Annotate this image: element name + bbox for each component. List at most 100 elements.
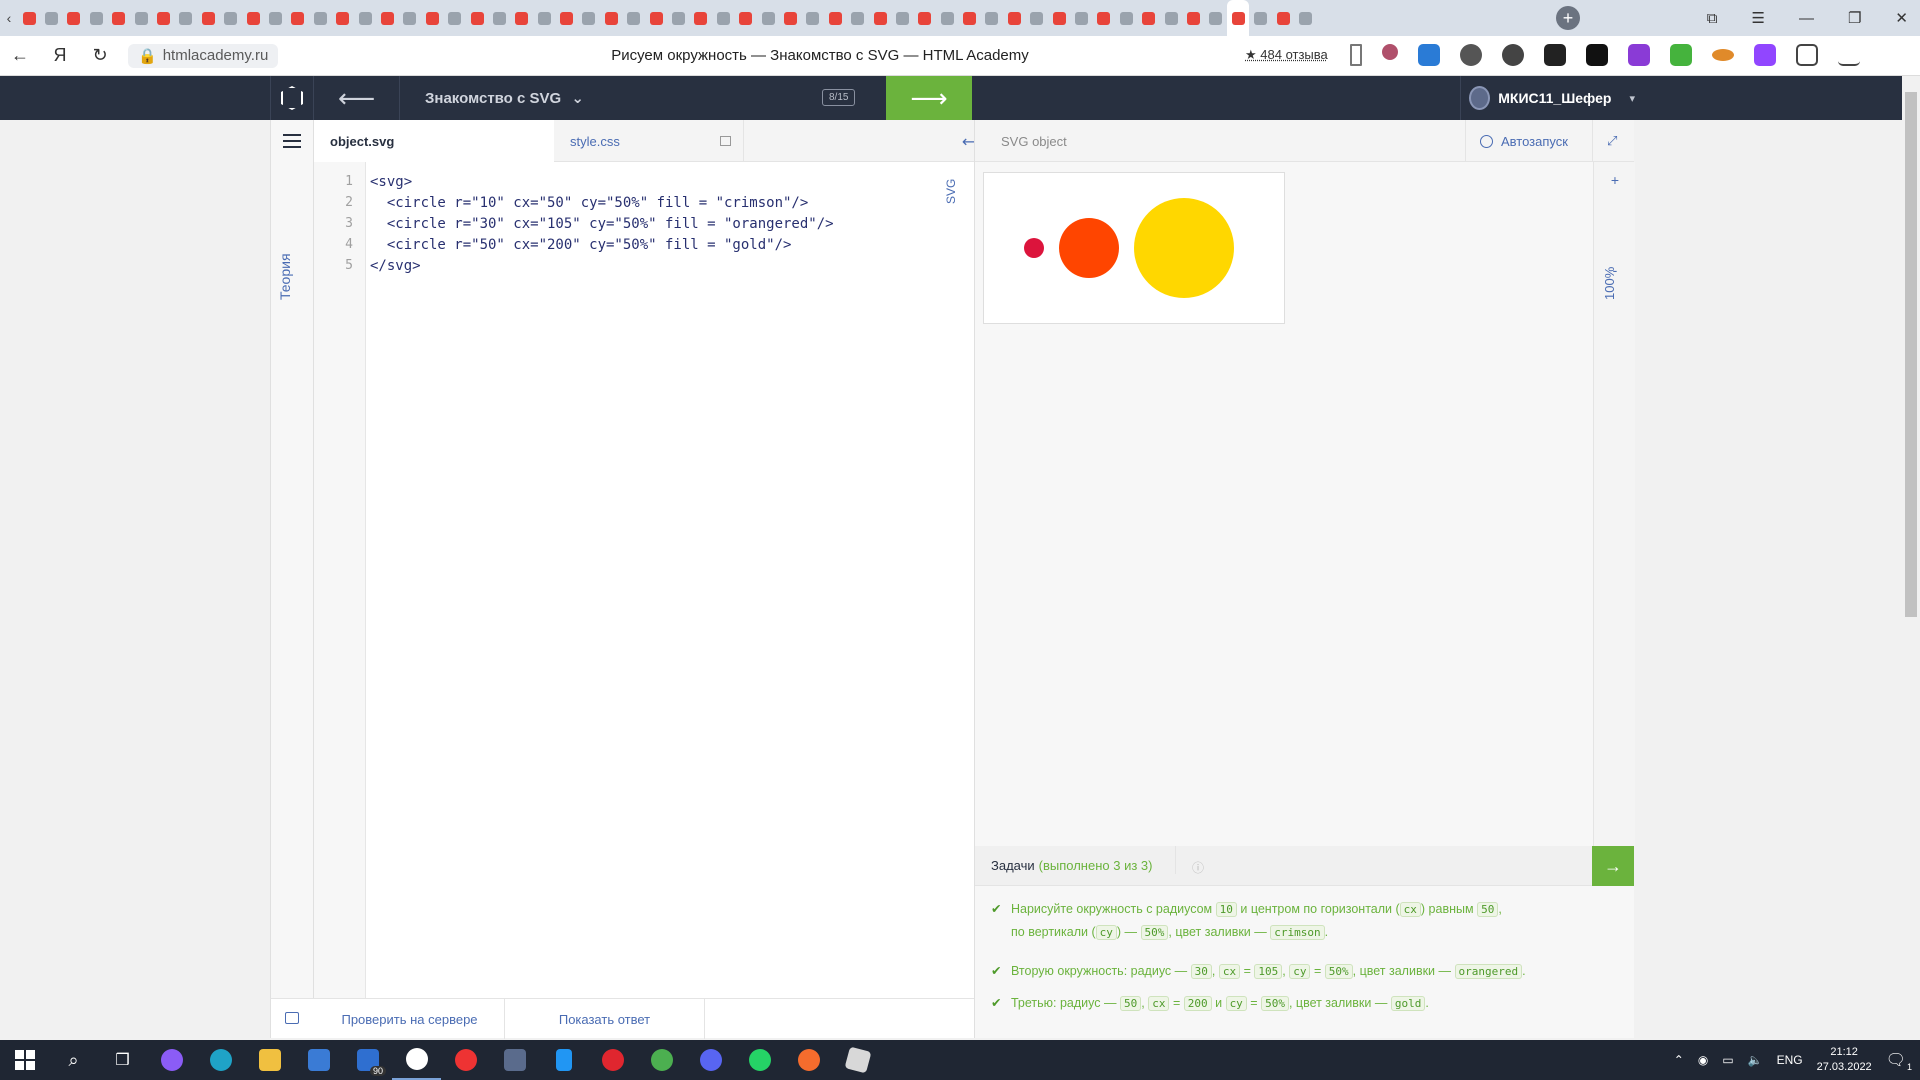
taskbar-calculator[interactable]	[490, 1040, 539, 1080]
browser-tab[interactable]	[264, 0, 286, 36]
browser-tab[interactable]	[735, 0, 757, 36]
code-line[interactable]: <circle r="30" cx="105" cy="50%" fill = …	[370, 216, 834, 237]
tasks-next-button[interactable]: →	[1592, 846, 1634, 886]
browser-tab[interactable]	[667, 0, 689, 36]
clock[interactable]: 21:12 27.03.2022	[1817, 1045, 1872, 1075]
browser-tab[interactable]	[488, 0, 510, 36]
restore-button[interactable]: ❐	[1848, 9, 1861, 27]
tabs-panel-icon[interactable]: ⧉	[1707, 10, 1718, 27]
show-answer-button[interactable]: Показать ответ	[505, 999, 705, 1039]
browser-tab[interactable]	[555, 0, 577, 36]
back-icon[interactable]: ←	[0, 45, 40, 66]
browser-tab[interactable]	[1093, 0, 1115, 36]
bookmark-icon[interactable]	[1350, 44, 1362, 66]
browser-tab[interactable]	[85, 0, 107, 36]
vk-icon[interactable]	[1586, 44, 1608, 66]
taskbar-edge[interactable]	[196, 1040, 245, 1080]
browser-tab[interactable]	[1003, 0, 1025, 36]
taskbar-store[interactable]	[294, 1040, 343, 1080]
tab-object-svg[interactable]: object.svg	[314, 120, 554, 162]
site-rating-link[interactable]: ★ 484 отзыва	[1245, 47, 1328, 63]
browser-tab[interactable]	[1182, 0, 1204, 36]
browser-tab[interactable]	[63, 0, 85, 36]
browser-tab[interactable]	[712, 0, 734, 36]
browser-menu-icon[interactable]: ☰	[1752, 9, 1765, 27]
taskbar-telegram[interactable]	[637, 1040, 686, 1080]
browser-tab[interactable]	[958, 0, 980, 36]
extension-color-icon[interactable]	[1628, 44, 1650, 66]
browser-tab[interactable]	[936, 0, 958, 36]
steam-tray-icon[interactable]: ◉	[1698, 1053, 1708, 1067]
user-menu[interactable]: МКИС11_Шефер ▾	[1460, 76, 1635, 120]
browser-tab[interactable]	[1070, 0, 1092, 36]
code-line[interactable]: </svg>	[370, 258, 834, 279]
close-window-button[interactable]: ✕	[1895, 9, 1908, 27]
browser-tab[interactable]	[220, 0, 242, 36]
taskbar-origin[interactable]	[784, 1040, 833, 1080]
zoom-in-button[interactable]: +	[1594, 172, 1636, 188]
browser-tab[interactable]	[130, 0, 152, 36]
taskbar-yandex-browser[interactable]	[392, 1040, 441, 1080]
browser-tab[interactable]	[1294, 0, 1316, 36]
yandex-icon[interactable]: Я	[40, 45, 80, 66]
browser-tab[interactable]	[152, 0, 174, 36]
extension-bulb-icon[interactable]	[1460, 44, 1482, 66]
browser-tab[interactable]	[1249, 0, 1271, 36]
browser-tab[interactable]	[891, 0, 913, 36]
browser-tab[interactable]	[376, 0, 398, 36]
extension-vpn-icon[interactable]	[1418, 44, 1440, 66]
extension-heart-icon[interactable]	[1382, 44, 1398, 60]
browser-tab[interactable]	[309, 0, 331, 36]
code-line[interactable]: <svg>	[370, 174, 834, 195]
page-scrollbar[interactable]	[1902, 76, 1920, 1040]
taskbar-roblox[interactable]	[833, 1040, 882, 1080]
code-line[interactable]: <circle r="50" cx="200" cy="50%" fill = …	[370, 237, 834, 258]
browser-tab[interactable]	[824, 0, 846, 36]
notifications-icon[interactable]: 🗨 1	[1886, 1050, 1912, 1072]
browser-tab[interactable]	[1115, 0, 1137, 36]
browser-tab[interactable]	[578, 0, 600, 36]
download-icon[interactable]	[1670, 44, 1692, 66]
prev-lesson-button[interactable]: ⟵	[314, 76, 400, 120]
taskbar-yandex[interactable]	[441, 1040, 490, 1080]
task-view-button[interactable]: ❒	[98, 1040, 147, 1080]
browser-tab[interactable]	[242, 0, 264, 36]
collections-icon[interactable]	[1796, 44, 1818, 66]
reload-icon[interactable]: ↻	[80, 45, 120, 66]
new-tab-button[interactable]: +	[1556, 6, 1580, 30]
taskbar-opera[interactable]	[588, 1040, 637, 1080]
browser-tab[interactable]	[690, 0, 712, 36]
taskbar-discord[interactable]	[686, 1040, 735, 1080]
browser-tab[interactable]	[399, 0, 421, 36]
browser-tab[interactable]	[1272, 0, 1294, 36]
url-field[interactable]: 🔒 htmlacademy.ru	[128, 43, 279, 68]
browser-tab[interactable]	[331, 0, 353, 36]
browser-tab[interactable]	[40, 0, 62, 36]
browser-tab[interactable]	[1138, 0, 1160, 36]
browser-tab[interactable]	[197, 0, 219, 36]
extension-wolf-icon[interactable]	[1544, 44, 1566, 66]
expand-icon[interactable]: ⤢	[1607, 133, 1617, 149]
taskbar-alice[interactable]	[147, 1040, 196, 1080]
browser-tab[interactable]	[1205, 0, 1227, 36]
check-on-server-button[interactable]: Проверить на сервере	[315, 999, 505, 1039]
hamburger-menu-icon[interactable]	[283, 134, 301, 152]
start-button[interactable]	[0, 1040, 49, 1080]
browser-tab[interactable]	[533, 0, 555, 36]
language-indicator[interactable]: ENG	[1777, 1053, 1803, 1067]
chat-help-icon[interactable]	[285, 1012, 299, 1024]
browser-tab[interactable]	[1048, 0, 1070, 36]
browser-tab[interactable]	[869, 0, 891, 36]
browser-tab[interactable]	[981, 0, 1003, 36]
course-title-dropdown[interactable]: Знакомство с SVG ⌄	[425, 89, 584, 107]
browser-tab[interactable]	[623, 0, 645, 36]
info-icon[interactable]: ⓘ	[1175, 846, 1220, 875]
extension-rainbow-icon[interactable]	[1712, 49, 1734, 61]
browser-tab[interactable]	[1026, 0, 1048, 36]
code-area[interactable]: <svg> <circle r="10" cx="50" cy="50%" fi…	[370, 174, 834, 279]
browser-tab[interactable]	[354, 0, 376, 36]
twitch-icon[interactable]	[1754, 44, 1776, 66]
browser-tab[interactable]	[846, 0, 868, 36]
browser-tab[interactable]	[18, 0, 40, 36]
tray-overflow-icon[interactable]: ⌃	[1674, 1053, 1684, 1067]
